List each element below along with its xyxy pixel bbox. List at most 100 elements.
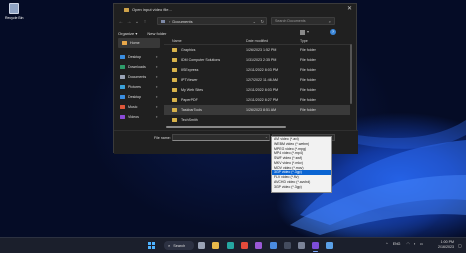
- vertical-scrollbar[interactable]: [350, 44, 352, 104]
- battery-icon[interactable]: ▭: [420, 242, 423, 246]
- search-icon: ⌕: [328, 18, 331, 24]
- visual-studio-2-icon[interactable]: [312, 242, 319, 252]
- folder-icon: [172, 68, 177, 72]
- store-icon[interactable]: [270, 242, 277, 249]
- help-icon[interactable]: ?: [330, 29, 336, 35]
- language-indicator[interactable]: ENG: [393, 242, 401, 246]
- sidebar-item-label: Home: [130, 41, 140, 45]
- breadcrumb-documents[interactable]: Documents: [172, 19, 192, 24]
- sidebar-item-desktop[interactable]: Desktop ✦: [114, 92, 164, 102]
- sidebar-item-pictures[interactable]: Pictures ✦: [114, 82, 164, 92]
- navigation-pane: Home Desktop ✦ Downloads ✦ Documents ✦ Pictures…: [114, 38, 164, 130]
- file-row[interactable]: TaskbarTools 1/26/2023 8:51 AM File folder: [164, 105, 350, 115]
- edge-icon[interactable]: [227, 242, 234, 249]
- folder-icon: [172, 58, 177, 62]
- file-type: File folder: [300, 78, 316, 82]
- sidebar-item-documents[interactable]: Documents ✦: [114, 72, 164, 82]
- folder-icon: [172, 108, 177, 112]
- file-type-option[interactable]: 3GP video (*.3gp): [272, 185, 331, 190]
- file-name-cell: TechSmith: [164, 118, 246, 122]
- task-view-icon[interactable]: [198, 242, 205, 249]
- file-row[interactable]: IDM Computer Solutions 1/31/2023 2:35 PM F…: [164, 55, 350, 65]
- file-row[interactable]: My Web Sites 12/11/2022 8:03 PM File folde…: [164, 85, 350, 95]
- organize-button[interactable]: Organize ▾: [118, 31, 137, 36]
- column-headers: Name Date modified Type: [164, 38, 350, 45]
- clock[interactable]: 1:00 PM 2/16/2023: [428, 240, 454, 250]
- file-name-cell: IPTViewer: [164, 78, 246, 82]
- navigation-bar: ← → ⌄ ↑ › Documents ⌄ ↻ Search Documents…: [114, 15, 358, 28]
- column-date-modified[interactable]: Date modified: [246, 39, 300, 43]
- view-options-icon[interactable]: [300, 30, 305, 35]
- taskbar: ⌕ Search ^ ENG ◠ ◗ ▭ 1:00 PM 2/16/2023 ▢: [0, 237, 466, 253]
- file-date: 12/11/2022 8:03 PM: [246, 68, 279, 72]
- column-type[interactable]: Type: [300, 39, 350, 43]
- file-row[interactable]: TechSmith: [164, 115, 350, 125]
- search-input[interactable]: Search Documents ⌕: [271, 17, 335, 25]
- sidebar-item-videos[interactable]: Videos ✦: [114, 112, 164, 122]
- wifi-icon[interactable]: ◠: [406, 242, 409, 246]
- sidebar-item-label: Documents: [128, 75, 147, 79]
- recycle-bin-label: Recycle Bin: [5, 16, 24, 20]
- column-name[interactable]: Name: [164, 39, 246, 43]
- file-name-cell: TaskbarTools: [164, 108, 246, 112]
- file-type: File folder: [300, 98, 316, 102]
- sidebar-item-label: Pictures: [128, 85, 141, 89]
- horizontal-scroll-thumb[interactable]: [166, 126, 286, 128]
- sidebar-item-music[interactable]: Music ✦: [114, 102, 164, 112]
- address-bar[interactable]: › Documents ⌄ ↻: [157, 17, 267, 25]
- refresh-icon[interactable]: ↻: [261, 19, 264, 24]
- sidebar-item-desktop[interactable]: Desktop ✦: [114, 52, 164, 62]
- file-name-input[interactable]: [172, 134, 270, 141]
- file-date: 12/11/2022 8:27 PM: [246, 98, 279, 102]
- file-type: File folder: [300, 58, 316, 62]
- show-hidden-icons-chevron-icon[interactable]: ^: [386, 242, 388, 246]
- sidebar-item-label: Music: [128, 105, 138, 109]
- documents-icon: [120, 75, 125, 79]
- pin-icon: ✦: [155, 95, 158, 99]
- recent-locations-chevron-icon[interactable]: ⌄: [133, 19, 141, 25]
- folder-icon: [172, 88, 177, 92]
- file-name: TechSmith: [181, 118, 198, 122]
- file-row[interactable]: Graphics 1/26/2023 1:52 PM File folder: [164, 45, 350, 55]
- notification-icon[interactable]: ▢: [458, 243, 462, 248]
- downloads-icon: [120, 65, 125, 69]
- settings-icon[interactable]: [298, 242, 305, 249]
- taskbar-search-label: Search: [173, 243, 186, 248]
- forward-arrow-icon[interactable]: →: [125, 19, 133, 25]
- file-date: 12/11/2022 8:03 PM: [246, 88, 279, 92]
- sidebar-item-downloads[interactable]: Downloads ✦: [114, 62, 164, 72]
- file-explorer-icon[interactable]: [212, 242, 219, 249]
- back-arrow-icon[interactable]: ←: [117, 19, 125, 25]
- recycle-bin[interactable]: Recycle Bin: [5, 3, 23, 20]
- terminal-icon[interactable]: [284, 242, 291, 249]
- file-name: Graphics: [181, 48, 196, 52]
- chrome-icon[interactable]: [241, 242, 248, 249]
- volume-icon[interactable]: ◗: [414, 242, 416, 246]
- view-dropdown-icon[interactable]: ▾: [307, 29, 309, 34]
- file-name-dropdown-icon[interactable]: ⌄: [265, 135, 268, 139]
- new-folder-button[interactable]: New folder: [147, 31, 166, 36]
- sidebar-item-label: Desktop: [128, 95, 142, 99]
- file-name: IPTViewer: [181, 78, 198, 82]
- file-type-dropdown-list: AVI video (*.avi) WEBM video (*.webm) MPEG…: [271, 136, 332, 193]
- file-row[interactable]: IPTViewer 12/7/2022 11:46 AM File folder: [164, 75, 350, 85]
- file-row[interactable]: IISExpress 12/11/2022 8:03 PM File folder: [164, 65, 350, 75]
- sidebar-item-label: Downloads: [128, 65, 146, 69]
- file-name: My Web Sites: [181, 88, 204, 92]
- up-arrow-icon[interactable]: ↑: [141, 19, 149, 25]
- sidebar-item-home[interactable]: Home: [118, 38, 160, 48]
- address-dropdown-icon[interactable]: ⌄: [253, 19, 256, 24]
- dialog-titlebar[interactable]: Open input video file... ✕: [114, 4, 356, 15]
- pin-icon: ✦: [155, 115, 158, 119]
- taskbar-search-button[interactable]: ⌕ Search: [164, 241, 194, 250]
- file-date: 1/26/2023 8:51 AM: [246, 108, 277, 112]
- file-row[interactable]: PaperPDF 12/11/2022 8:27 PM File folder: [164, 95, 350, 105]
- search-icon: ⌕: [168, 243, 171, 248]
- video-app-icon[interactable]: [326, 242, 333, 249]
- pin-icon: ✦: [155, 85, 158, 89]
- horizontal-scrollbar[interactable]: [164, 125, 350, 128]
- visual-studio-icon[interactable]: [255, 242, 262, 249]
- app-icon: [124, 7, 129, 12]
- start-button[interactable]: [148, 242, 155, 249]
- close-icon[interactable]: ✕: [347, 6, 352, 12]
